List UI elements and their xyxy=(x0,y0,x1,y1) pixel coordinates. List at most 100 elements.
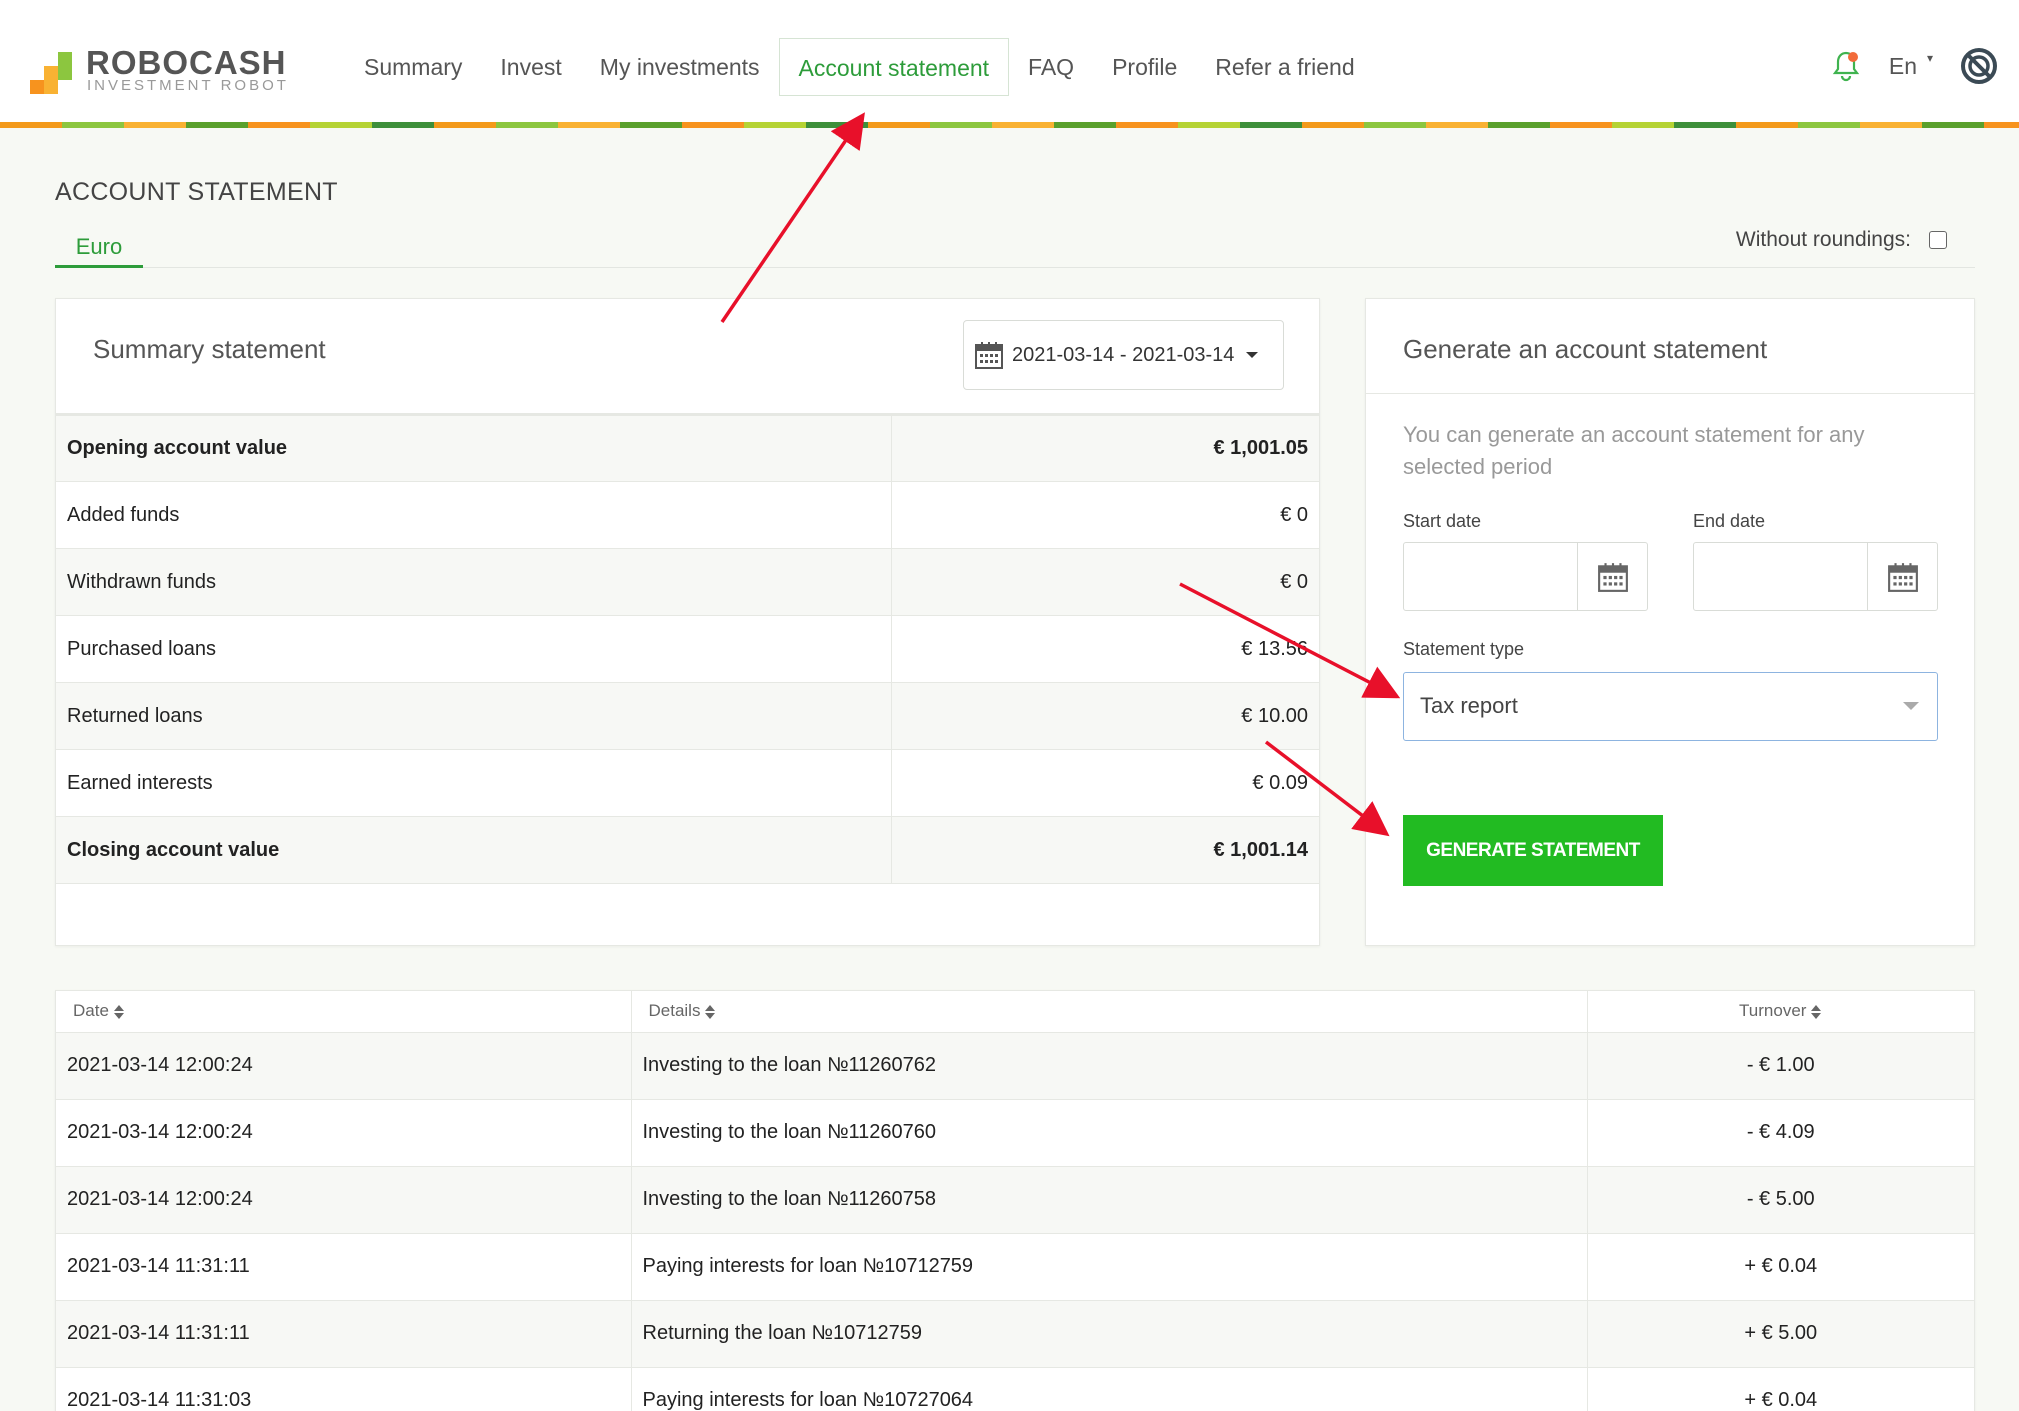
table-header-row: Date Details Turnover xyxy=(56,991,1974,1033)
generate-description: You can generate an account statement fo… xyxy=(1403,422,1865,479)
nav-faq[interactable]: FAQ xyxy=(1009,38,1093,96)
statement-type-label: Statement type xyxy=(1403,639,1525,659)
cell-turnover: + € 0.04 xyxy=(1587,1367,1974,1411)
nav-summary[interactable]: Summary xyxy=(345,38,481,96)
summary-row-label: Opening account value xyxy=(56,413,892,482)
calendar-icon xyxy=(975,342,1003,369)
header-label: Turnover xyxy=(1739,1001,1807,1021)
cell-details: Investing to the loan №11260762 xyxy=(631,1032,1588,1100)
page-title: ACCOUNT STATEMENT xyxy=(55,178,338,206)
generate-statement-button[interactable]: GENERATE STATEMENT xyxy=(1403,815,1663,886)
summary-row: Returned loans € 10.00 xyxy=(56,682,1319,750)
cell-date: 2021-03-14 12:00:24 xyxy=(56,1099,632,1167)
statement-type-value: Tax report xyxy=(1420,693,1518,718)
without-roundings-toggle: Without roundings: xyxy=(1736,228,1947,252)
summary-row: Opening account value € 1,001.05 xyxy=(56,413,1319,482)
summary-row-label: Returned loans xyxy=(56,682,892,750)
summary-row-label: Earned interests xyxy=(56,749,892,817)
top-header: ROBOCASH INVESTMENT ROBOT Summary Invest… xyxy=(0,0,2019,122)
table-row: 2021-03-14 12:00:24 Investing to the loa… xyxy=(56,1099,1974,1167)
logo-mark-icon xyxy=(30,48,80,94)
table-row: 2021-03-14 11:31:11 Returning the loan №… xyxy=(56,1300,1974,1368)
cell-date: 2021-03-14 12:00:24 xyxy=(56,1032,632,1100)
column-header-details[interactable]: Details xyxy=(631,991,1588,1033)
power-off-icon[interactable] xyxy=(1959,46,1999,86)
summary-row-value: € 13.56 xyxy=(891,615,1319,683)
header-label: Details xyxy=(648,1001,701,1021)
column-header-date[interactable]: Date xyxy=(56,991,632,1033)
cell-details: Paying interests for loan №10712759 xyxy=(631,1233,1588,1301)
chevron-down-icon: ▾ xyxy=(1926,50,1933,65)
cell-details: Returning the loan №10712759 xyxy=(631,1300,1588,1368)
table-row: 2021-03-14 12:00:24 Investing to the loa… xyxy=(56,1166,1974,1234)
summary-row: Earned interests € 0.09 xyxy=(56,749,1319,817)
end-date-calendar-button[interactable] xyxy=(1867,543,1937,610)
nav-invest[interactable]: Invest xyxy=(481,38,580,96)
summary-row: Withdrawn funds € 0 xyxy=(56,548,1319,616)
table-row: 2021-03-14 11:31:11 Paying interests for… xyxy=(56,1233,1974,1301)
bell-icon[interactable] xyxy=(1829,49,1863,83)
nav-refer-a-friend[interactable]: Refer a friend xyxy=(1196,38,1373,96)
transactions-table: Date Details Turnover 2021-03-14 12:00:2… xyxy=(56,991,1974,1411)
brand-tagline: INVESTMENT ROBOT xyxy=(87,77,289,94)
cell-details: Investing to the loan №11260760 xyxy=(631,1099,1588,1167)
cell-turnover: + € 0.04 xyxy=(1587,1233,1974,1301)
summary-row-value: € 10.00 xyxy=(891,682,1319,750)
chevron-down-icon xyxy=(1903,702,1919,710)
caret-down-icon xyxy=(1246,352,1259,358)
summary-row-value: € 0 xyxy=(891,548,1319,616)
generate-statement-card: Generate an account statement You can ge… xyxy=(1365,298,1975,946)
nav-profile[interactable]: Profile xyxy=(1093,38,1196,96)
robocash-logo[interactable]: ROBOCASH INVESTMENT ROBOT xyxy=(30,44,290,94)
date-range-value: 2021-03-14 - 2021-03-14 xyxy=(1012,343,1235,366)
cell-turnover: + € 5.00 xyxy=(1587,1300,1974,1368)
end-date-input[interactable] xyxy=(1693,542,1938,611)
statement-type-select[interactable]: Tax report xyxy=(1403,672,1938,741)
summary-row: Added funds € 0 xyxy=(56,481,1319,549)
cell-date: 2021-03-14 11:31:11 xyxy=(56,1300,632,1368)
calendar-icon xyxy=(1887,562,1918,592)
transactions-card: Date Details Turnover 2021-03-14 12:00:2… xyxy=(55,990,1975,1411)
calendar-icon xyxy=(1597,562,1628,592)
cell-date: 2021-03-14 12:00:24 xyxy=(56,1166,632,1234)
summary-statement-card: Summary statement 2021-03-14 - 2021-03-1… xyxy=(55,298,1320,946)
summary-row-label: Closing account value xyxy=(56,816,892,884)
main-nav: Summary Invest My investments Account st… xyxy=(345,38,1374,96)
start-date-input[interactable] xyxy=(1403,542,1648,611)
summary-table: Opening account value € 1,001.05 Added f… xyxy=(56,413,1319,884)
nav-my-investments[interactable]: My investments xyxy=(581,38,779,96)
date-range-picker[interactable]: 2021-03-14 - 2021-03-14 xyxy=(963,320,1284,390)
end-date-label: End date xyxy=(1693,511,1766,531)
generate-title: Generate an account statement xyxy=(1403,334,1768,364)
cell-details: Paying interests for loan №10727064 xyxy=(631,1367,1588,1411)
summary-row-value: € 1,001.14 xyxy=(891,816,1319,884)
summary-row: Purchased loans € 13.56 xyxy=(56,615,1319,683)
table-row: 2021-03-14 12:00:24 Investing to the loa… xyxy=(56,1032,1974,1100)
cell-turnover: - € 4.09 xyxy=(1587,1099,1974,1167)
table-row: 2021-03-14 11:31:03 Paying interests for… xyxy=(56,1367,1974,1411)
summary-row-value: € 0.09 xyxy=(891,749,1319,817)
summary-row: Closing account value € 1,001.14 xyxy=(56,816,1319,884)
start-date-calendar-button[interactable] xyxy=(1577,543,1647,610)
arrow-to-account-statement xyxy=(720,112,865,323)
cell-turnover: - € 5.00 xyxy=(1587,1166,1974,1234)
rounding-checkbox[interactable] xyxy=(1929,231,1947,249)
cell-details: Investing to the loan №11260758 xyxy=(631,1166,1588,1234)
start-date-label: Start date xyxy=(1403,511,1482,531)
sort-icon xyxy=(704,1004,716,1019)
divider xyxy=(1366,393,1974,394)
sort-icon xyxy=(1810,1004,1822,1019)
column-header-turnover[interactable]: Turnover xyxy=(1587,991,1974,1033)
summary-row-label: Withdrawn funds xyxy=(56,548,892,616)
header-label: Date xyxy=(73,1001,109,1021)
language-label: En xyxy=(1888,52,1917,79)
nav-account-statement[interactable]: Account statement xyxy=(778,38,1010,96)
header-color-stripe xyxy=(0,122,2019,128)
cell-turnover: - € 1.00 xyxy=(1587,1032,1974,1100)
summary-row-value: € 0 xyxy=(891,481,1319,549)
summary-row-label: Added funds xyxy=(56,481,892,549)
language-selector[interactable]: En ▾ xyxy=(1888,50,1933,80)
tab-euro[interactable]: Euro xyxy=(55,234,143,268)
currency-tabs: Euro Without roundings: xyxy=(55,228,1975,268)
summary-row-label: Purchased loans xyxy=(56,615,892,683)
